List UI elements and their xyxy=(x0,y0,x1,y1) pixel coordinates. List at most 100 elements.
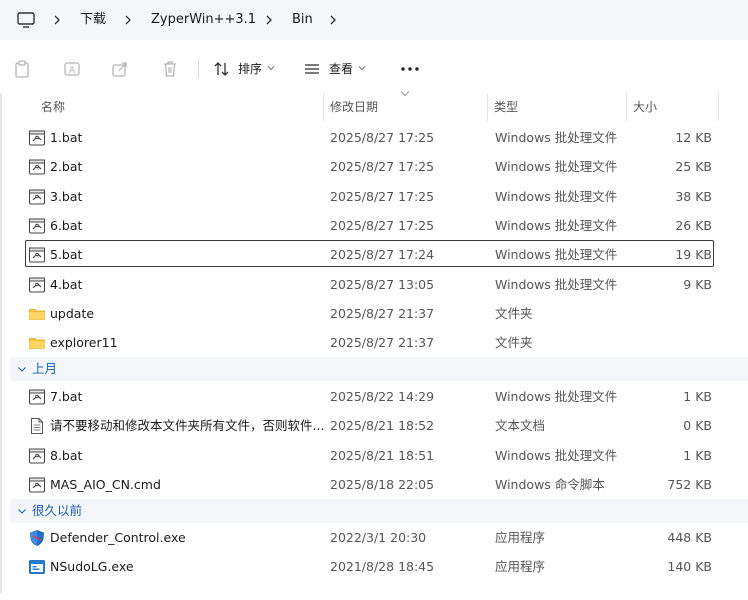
view-list-icon[interactable] xyxy=(302,59,322,79)
file-size: 25 KB xyxy=(675,159,712,175)
file-name[interactable]: 5.bat xyxy=(50,247,82,263)
chevron-right-icon[interactable] xyxy=(328,12,338,28)
file-name[interactable]: NSudoLG.exe xyxy=(50,559,134,575)
chevron-down-icon[interactable] xyxy=(357,63,367,73)
file-row[interactable]: 6.bat 2025/8/27 17:25 Windows 批处理文件 26 KB xyxy=(0,211,748,240)
file-name[interactable]: 8.bat xyxy=(50,448,82,464)
delete-icon[interactable] xyxy=(160,59,180,79)
batch-file-icon xyxy=(28,276,46,294)
file-row[interactable]: MAS_AIO_CN.cmd 2025/8/18 22:05 Windows 命令脚… xyxy=(0,470,748,499)
chevron-right-icon[interactable] xyxy=(52,12,62,28)
breadcrumb-item-zyperwin[interactable]: ZyperWin++3.1 xyxy=(151,12,256,28)
toolbar-separator xyxy=(198,60,199,78)
file-size: 448 KB xyxy=(667,530,712,545)
file-name[interactable]: MAS_AIO_CN.cmd xyxy=(50,477,161,493)
file-modified-date: 2021/8/28 18:45 xyxy=(330,559,435,575)
file-modified-date: 2025/8/21 18:52 xyxy=(330,418,435,434)
file-row[interactable]: 5.bat 2025/8/27 17:24 Windows 批处理文件 19 KB xyxy=(0,240,748,269)
file-modified-date: 2025/8/27 17:25 xyxy=(330,159,435,175)
paste-icon[interactable] xyxy=(12,59,32,79)
group-label: 上月 xyxy=(32,361,58,376)
file-modified-date: 2025/8/27 17:25 xyxy=(330,188,435,204)
file-name[interactable]: 6.bat xyxy=(50,218,82,234)
file-name[interactable]: 3.bat xyxy=(50,189,82,205)
chevron-down-icon[interactable] xyxy=(16,505,28,517)
sort-icon[interactable] xyxy=(212,59,232,79)
folder-icon xyxy=(28,334,46,352)
file-modified-date: 2025/8/21 18:51 xyxy=(330,447,435,463)
chevron-down-icon[interactable] xyxy=(16,363,28,375)
file-row[interactable]: update 2025/8/27 21:37 文件夹 xyxy=(0,299,748,328)
file-name[interactable]: 4.bat xyxy=(50,277,82,293)
share-icon[interactable] xyxy=(110,59,130,79)
group-header[interactable]: 很久以前 xyxy=(10,499,748,523)
file-name[interactable]: 1.bat xyxy=(50,130,82,146)
app-window-icon xyxy=(28,558,46,576)
view-button[interactable]: 查看 xyxy=(329,61,353,77)
file-row[interactable]: 1.bat 2025/8/27 17:25 Windows 批处理文件 12 KB xyxy=(0,123,748,152)
column-header-date[interactable]: 修改日期 xyxy=(330,99,378,115)
file-modified-date: 2022/3/1 20:30 xyxy=(330,530,427,545)
group-header[interactable]: 上月 xyxy=(10,357,748,381)
column-header-name[interactable]: 名称 xyxy=(41,99,65,115)
batch-file-icon xyxy=(28,246,46,264)
file-name[interactable]: 请不要移动和修改本文件夹所有文件，否则软件... xyxy=(50,418,324,434)
file-name[interactable]: 2.bat xyxy=(50,159,82,175)
file-row[interactable]: 3.bat 2025/8/27 17:25 Windows 批处理文件 38 KB xyxy=(0,182,748,211)
shield-app-icon xyxy=(28,529,46,547)
file-type: 文本文档 xyxy=(495,418,546,434)
column-divider[interactable] xyxy=(323,93,324,121)
file-modified-date: 2025/8/18 22:05 xyxy=(330,476,435,492)
file-type: Windows 批处理文件 xyxy=(495,389,618,404)
file-size: 140 KB xyxy=(667,559,712,575)
chevron-down-icon[interactable] xyxy=(266,63,276,73)
file-type: Windows 批处理文件 xyxy=(495,217,618,233)
batch-file-icon xyxy=(28,158,46,176)
file-name[interactable]: 7.bat xyxy=(50,389,82,405)
file-size: 9 KB xyxy=(683,276,712,292)
file-row[interactable]: 4.bat 2025/8/27 13:05 Windows 批处理文件 9 KB xyxy=(0,270,748,299)
file-size: 38 KB xyxy=(675,188,712,204)
file-size: 26 KB xyxy=(675,217,712,233)
file-modified-date: 2025/8/22 14:29 xyxy=(330,389,435,404)
file-modified-date: 2025/8/27 17:24 xyxy=(330,247,435,263)
file-modified-date: 2025/8/27 21:37 xyxy=(330,305,435,321)
file-type: Windows 命令脚本 xyxy=(495,476,605,492)
address-bar[interactable]: 下载 ZyperWin++3.1 Bin xyxy=(0,0,748,40)
file-row[interactable]: Defender_Control.exe 2022/3/1 20:30 应用程序 44… xyxy=(0,523,748,552)
file-row[interactable]: explorer11 2025/8/27 21:37 文件夹 xyxy=(0,328,748,357)
chevron-right-icon[interactable] xyxy=(123,12,133,28)
column-divider[interactable] xyxy=(487,93,488,121)
batch-file-icon xyxy=(28,388,46,406)
this-pc-icon[interactable] xyxy=(16,10,36,30)
column-divider[interactable] xyxy=(626,93,627,121)
file-size: 12 KB xyxy=(675,130,712,145)
folder-icon xyxy=(28,305,46,323)
file-row[interactable]: 8.bat 2025/8/21 18:51 Windows 批处理文件 1 KB xyxy=(0,441,748,470)
file-row[interactable]: 2.bat 2025/8/27 17:25 Windows 批处理文件 25 KB xyxy=(0,152,748,181)
file-row[interactable]: 请不要移动和修改本文件夹所有文件，否则软件... 2025/8/21 18:52 文… xyxy=(0,411,748,440)
file-type: Windows 批处理文件 xyxy=(495,188,618,204)
column-divider[interactable] xyxy=(718,93,719,121)
breadcrumb-item-bin[interactable]: Bin xyxy=(292,12,313,28)
file-modified-date: 2025/8/27 13:05 xyxy=(330,276,435,292)
batch-file-icon xyxy=(28,476,46,494)
file-name[interactable]: update xyxy=(50,306,94,322)
chevron-right-icon[interactable] xyxy=(264,12,274,28)
breadcrumb-item-downloads[interactable]: 下载 xyxy=(80,12,106,28)
file-modified-date: 2025/8/27 17:25 xyxy=(330,217,435,233)
more-options-icon[interactable] xyxy=(398,59,422,79)
file-row[interactable]: 7.bat 2025/8/22 14:29 Windows 批处理文件 1 KB xyxy=(0,382,748,411)
file-size: 752 KB xyxy=(667,476,712,492)
column-header-type[interactable]: 类型 xyxy=(494,99,518,115)
batch-file-icon xyxy=(28,217,46,235)
column-header-size[interactable]: 大小 xyxy=(633,99,657,115)
file-name[interactable]: explorer11 xyxy=(50,335,118,351)
file-name[interactable]: Defender_Control.exe xyxy=(50,530,186,546)
sort-button[interactable]: 排序 xyxy=(238,61,262,77)
file-type: 应用程序 xyxy=(495,530,546,545)
file-modified-date: 2025/8/27 21:37 xyxy=(330,335,435,351)
rename-icon[interactable]: A xyxy=(62,59,82,79)
file-type: 文件夹 xyxy=(495,305,533,321)
file-row[interactable]: NSudoLG.exe 2021/8/28 18:45 应用程序 140 KB xyxy=(0,552,748,581)
